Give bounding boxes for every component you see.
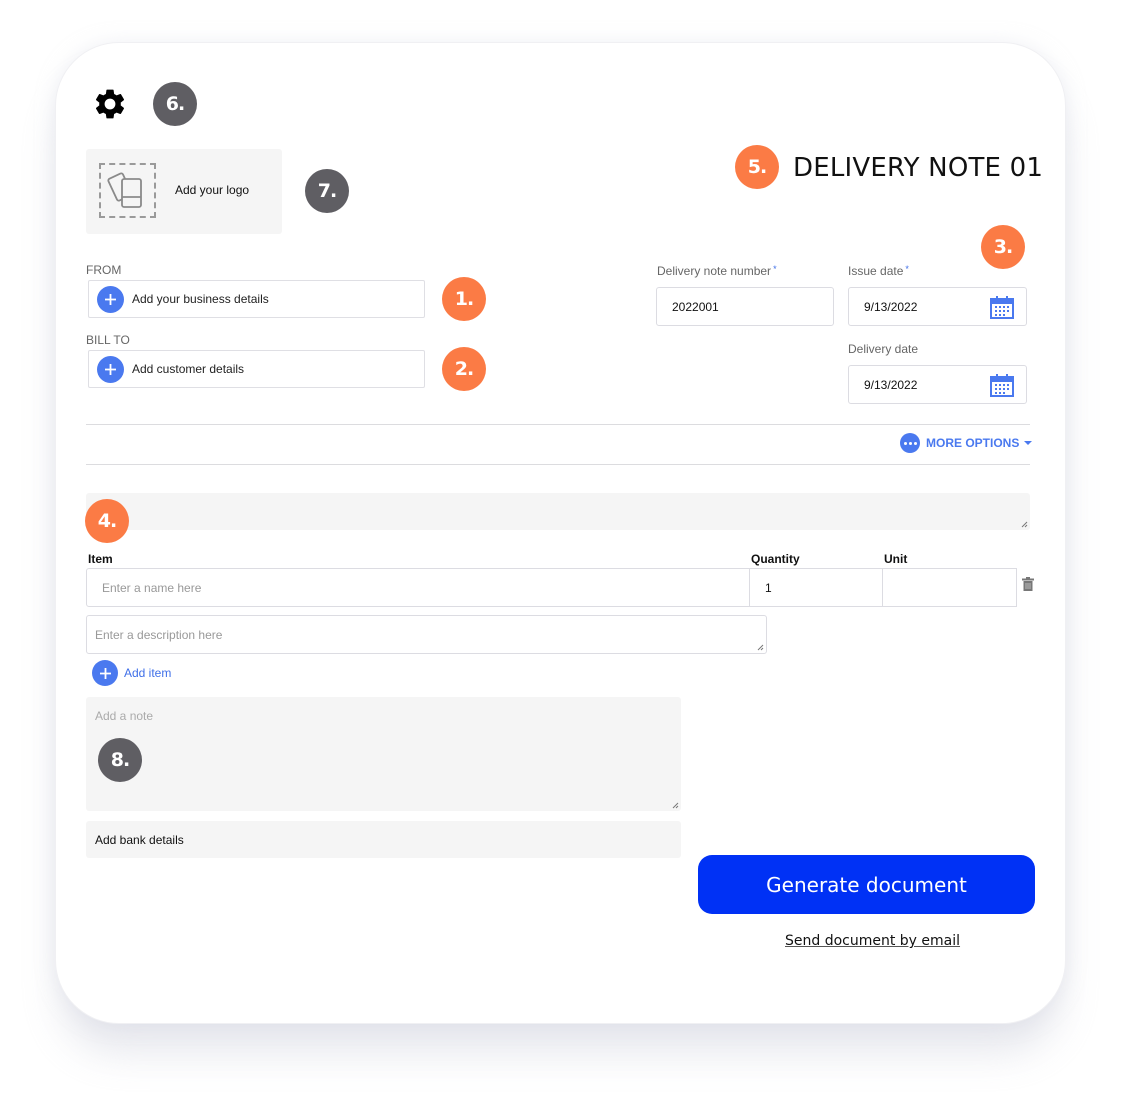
document-title[interactable]: DELIVERY NOTE 01 (793, 153, 1043, 183)
note-textarea[interactable]: Add a note (86, 697, 681, 811)
add-item-label: Add item (124, 666, 172, 680)
caret-down-icon (1024, 441, 1033, 445)
resize-handle-icon[interactable] (672, 802, 679, 809)
plus-icon (92, 660, 118, 686)
item-description-input[interactable]: Enter a description here (86, 615, 767, 654)
item-column-header: Item (88, 552, 113, 566)
delivery-date-label: Delivery date (848, 342, 919, 356)
calendar-icon[interactable] (990, 296, 1014, 319)
item-name-input[interactable]: Enter a name here (86, 568, 750, 607)
add-customer-details-button[interactable]: Add customer details (88, 350, 425, 388)
add-customer-details-label: Add customer details (132, 362, 245, 376)
required-mark: * (773, 264, 777, 274)
add-business-details-button[interactable]: Add your business details (88, 280, 425, 318)
plus-icon (97, 355, 124, 383)
plus-icon (97, 285, 124, 313)
add-logo-button[interactable]: Add your logo (86, 149, 282, 234)
generate-document-button[interactable]: Generate document (698, 855, 1035, 914)
trash-icon[interactable] (1022, 577, 1034, 591)
divider (86, 464, 1030, 465)
add-bank-details-label: Add bank details (95, 833, 184, 847)
annotation-badge-4: 4. (85, 499, 129, 543)
add-business-details-label: Add your business details (132, 292, 269, 306)
calendar-icon[interactable] (990, 374, 1014, 397)
add-bank-details-button[interactable]: Add bank details (86, 821, 681, 858)
more-options-label: MORE OPTIONS (926, 436, 1020, 450)
bill-to-label: BILL TO (86, 333, 130, 347)
settings-gear-icon[interactable] (92, 86, 128, 122)
delivery-date-input[interactable]: 9/13/2022 (848, 365, 1027, 404)
resize-handle-icon[interactable] (1021, 521, 1028, 528)
annotation-badge-3: 3. (981, 225, 1025, 269)
note-number-input[interactable]: 2022001 (656, 287, 834, 326)
annotation-badge-2: 2. (442, 347, 486, 391)
annotation-badge-5: 5. (735, 145, 779, 189)
delivery-date-value: 9/13/2022 (864, 377, 918, 392)
more-dots-icon (900, 433, 920, 453)
issue-date-value: 9/13/2022 (864, 299, 918, 314)
image-placeholder-icon (107, 172, 142, 208)
header-text-area[interactable] (86, 493, 1030, 530)
note-placeholder: Add a note (95, 709, 154, 723)
annotation-badge-6: 6. (153, 82, 197, 126)
send-by-email-link[interactable]: Send document by email (785, 933, 960, 949)
add-logo-label: Add your logo (175, 183, 250, 197)
add-item-button[interactable]: Add item (92, 660, 171, 686)
unit-column-header: Unit (884, 552, 908, 566)
issue-date-input[interactable]: 9/13/2022 (848, 287, 1027, 326)
issue-date-label-text: Issue date (848, 264, 904, 278)
resize-handle-icon[interactable] (757, 644, 764, 651)
unit-input[interactable] (882, 568, 1017, 607)
divider (86, 424, 1030, 425)
required-mark: * (905, 264, 909, 274)
quantity-input[interactable]: 1 (749, 568, 883, 607)
more-options-button[interactable]: MORE OPTIONS (900, 433, 1033, 453)
description-placeholder: Enter a description here (95, 628, 223, 642)
note-number-label-text: Delivery note number (657, 264, 772, 278)
annotation-badge-1: 1. (442, 277, 486, 321)
issue-date-label: Issue date * (848, 264, 909, 278)
note-number-label: Delivery note number * (657, 264, 777, 278)
quantity-column-header: Quantity (751, 552, 800, 566)
annotation-badge-7: 7. (305, 169, 349, 213)
from-label: FROM (86, 263, 122, 277)
annotation-badge-8: 8. (98, 738, 142, 782)
